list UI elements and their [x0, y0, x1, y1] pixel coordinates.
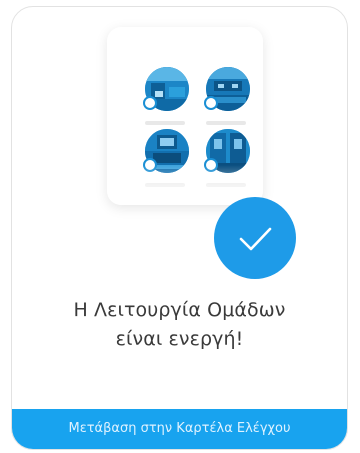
- phone-illustration: [107, 27, 263, 205]
- camera-label-placeholder: [145, 121, 185, 125]
- camera-thumbnail: [143, 67, 189, 125]
- camera-thumbnail: [204, 67, 250, 125]
- go-to-control-tab-button[interactable]: Μετάβαση στην Καρτέλα Ελέγχου: [12, 409, 347, 449]
- checkmark-icon: [214, 197, 296, 279]
- group-mode-card: Η Λειτουργία Ομάδων είναι ενεργή! Μετάβα…: [11, 6, 348, 450]
- camera-status-dot: [143, 96, 157, 110]
- status-message-line-2: είναι ενεργή!: [115, 328, 244, 350]
- status-message: Η Λειτουργία Ομάδων είναι ενεργή!: [12, 296, 347, 354]
- camera-label-placeholder: [206, 121, 246, 125]
- status-message-line-1: Η Λειτουργία Ομάδων: [73, 299, 286, 321]
- camera-status-dot: [204, 96, 218, 110]
